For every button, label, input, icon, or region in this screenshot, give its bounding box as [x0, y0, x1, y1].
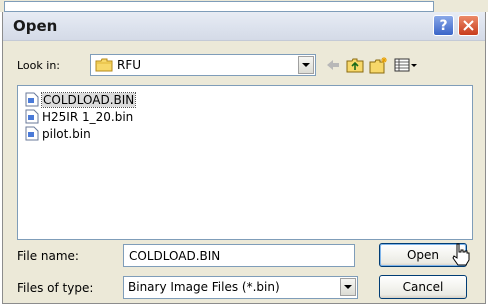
view-menu-button[interactable] [392, 54, 420, 76]
look-in-value: RFU [117, 58, 142, 72]
file-icon [25, 92, 39, 107]
help-button[interactable]: ? [433, 15, 454, 36]
chevron-down-icon[interactable] [298, 56, 314, 74]
background-input-bar [4, 1, 434, 12]
file-type-label: Files of type: [17, 281, 94, 295]
folder-icon [95, 58, 113, 72]
new-folder-button[interactable] [368, 54, 390, 76]
close-icon [463, 20, 474, 31]
file-name-input[interactable] [123, 244, 355, 267]
file-name-label: H25IR 1_20.bin [42, 109, 134, 124]
list-item[interactable]: pilot.bin [25, 125, 91, 142]
mouse-cursor-icon [452, 243, 470, 266]
look-in-label: Look in: [17, 59, 60, 72]
list-item[interactable]: H25IR 1_20.bin [25, 108, 133, 125]
file-list[interactable]: COLDLOAD.BIN H25IR 1_20.bin pilot.bin [17, 85, 473, 240]
up-folder-icon [346, 58, 364, 73]
file-icon [25, 109, 39, 124]
chevron-down-icon[interactable] [340, 278, 356, 296]
list-item[interactable]: COLDLOAD.BIN [25, 91, 137, 108]
dialog-title: Open [13, 17, 58, 35]
file-icon [25, 126, 39, 141]
file-type-select[interactable]: Binary Image Files (*.bin) [123, 276, 358, 299]
up-folder-button[interactable] [344, 54, 366, 76]
view-grid-icon [394, 58, 417, 72]
title-bar[interactable]: Open ? [3, 12, 485, 41]
file-name-label: COLDLOAD.BIN [40, 91, 137, 108]
cancel-button[interactable]: Cancel [379, 275, 467, 299]
file-name-label: pilot.bin [42, 126, 91, 141]
back-arrow-icon [327, 60, 339, 70]
close-button[interactable] [458, 15, 479, 36]
file-name-label: File name: [17, 249, 79, 263]
new-folder-icon [369, 57, 387, 74]
file-type-value: Binary Image Files (*.bin) [128, 280, 280, 294]
background-window-strip [0, 0, 488, 12]
look-in-dropdown[interactable]: RFU [90, 54, 316, 76]
back-button[interactable] [322, 54, 344, 76]
open-dialog: Open ? Look in: RFU COLDLOAD.BIN H25IR 1… [2, 12, 486, 304]
